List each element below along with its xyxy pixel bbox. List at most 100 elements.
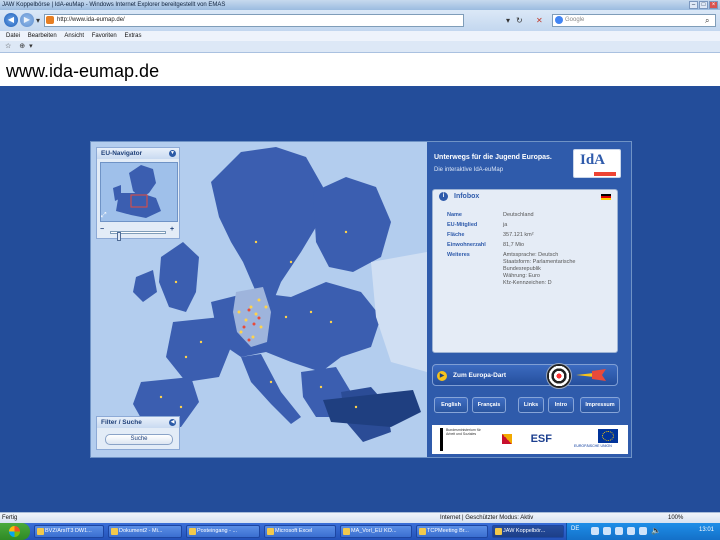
info-label: Fläche [447, 232, 465, 238]
address-bar: ◀ ▶ ▾ http://www.ida-eumap.de/ ▾ ↻ ✕ Goo… [0, 10, 720, 31]
infobox-rows: Name Deutschland EU-Mitglied ja Fläche 3… [447, 212, 615, 290]
zoom-slider[interactable] [110, 231, 166, 241]
clock[interactable]: 13:01 [699, 527, 714, 533]
security-zone: Internet | Geschützter Modus: Aktiv [440, 515, 534, 521]
page-background: EU-Navigator ▼ ⤢ − + Filter / Suche ◀ Su… [0, 86, 720, 512]
info-label: Weiteres [447, 252, 470, 258]
history-dropdown-icon[interactable]: ▾ [36, 16, 40, 25]
site-heading-text: www.ida-eumap.de [6, 61, 160, 81]
menu-edit[interactable]: Bearbeiten [28, 33, 57, 39]
refresh-icon[interactable]: ↻ [516, 16, 523, 25]
francais-button[interactable]: Français [472, 397, 506, 413]
system-tray: DE 🔈 13:01 [566, 523, 720, 540]
taskbar-item[interactable]: MA_Vorl_EU KO... [340, 525, 412, 538]
taskbar-item-label: MA_Vorl_EU KO... [351, 528, 397, 534]
url-input[interactable]: http://www.ida-eumap.de/ [44, 14, 464, 27]
taskbar-item[interactable]: BVZ/ArsIT3 DW1... [34, 525, 104, 538]
zoom-thumb[interactable] [117, 232, 121, 241]
maximize-button[interactable]: □ [699, 1, 708, 9]
status-bar: Fertig Internet | Geschützter Modus: Akt… [0, 512, 720, 523]
eu-flag-icon [598, 429, 618, 443]
impressum-button[interactable]: Impressum [580, 397, 620, 413]
stop-icon[interactable]: ✕ [536, 16, 543, 25]
ida-logo-text: IdA [580, 152, 606, 168]
info-icon: i [439, 192, 448, 201]
page-favicon-icon [46, 16, 54, 24]
app-icon [343, 528, 350, 535]
windows-logo-icon [9, 526, 20, 537]
info-label: Name [447, 212, 462, 218]
google-icon [555, 16, 563, 24]
taskbar-item[interactable]: TCPMeeting Br... [416, 525, 488, 538]
window-controls: – □ × [689, 0, 718, 10]
info-label: Einwohnerzahl [447, 242, 486, 248]
english-button[interactable]: English [434, 397, 468, 413]
tray-app-icon[interactable] [591, 527, 599, 535]
dartboard-icon [546, 363, 572, 389]
favorites-bar: ☆ ⊕ ▾ [0, 41, 720, 53]
info-row: Einwohnerzahl 81,7 Mio [447, 242, 615, 249]
url-dropdown-icon[interactable]: ▾ [506, 16, 510, 25]
right-panel: Unterwegs für die Jugend Europas. Die in… [427, 142, 631, 457]
taskbar-item-label: JAW Koppelbör... [503, 528, 546, 534]
app-icon [37, 528, 44, 535]
search-button[interactable]: Suche [105, 434, 173, 445]
tray-language[interactable]: DE [571, 526, 579, 532]
infobox-title: Infobox [454, 193, 480, 200]
info-row: Name Deutschland [447, 212, 615, 219]
fullscreen-icon[interactable]: ⤢ [101, 212, 107, 220]
infobox: i Infobox Name Deutschland EU-Mitglied j… [432, 189, 618, 353]
taskbar-item[interactable]: Dokument2 - Mi... [108, 525, 182, 538]
navigator-minimap[interactable] [100, 162, 178, 222]
volume-icon[interactable]: 🔈 [651, 526, 661, 535]
favorites-add-icon[interactable]: ⊕ [19, 43, 25, 50]
status-text: Fertig [2, 515, 18, 521]
zoom-control[interactable]: − + [100, 226, 178, 241]
collapse-navigator-icon[interactable]: ▼ [169, 150, 176, 157]
search-button-icon[interactable]: ⌕ [705, 16, 709, 26]
back-button[interactable]: ◀ [4, 13, 18, 27]
intro-button[interactable]: Intro [548, 397, 574, 413]
minimize-button[interactable]: – [689, 1, 698, 9]
zoom-level[interactable]: 100% [668, 513, 683, 523]
info-value: 357.121 km² [503, 232, 534, 238]
zoom-in-icon[interactable]: + [170, 226, 174, 233]
search-input[interactable]: Google [552, 14, 716, 27]
minimap-graphic [113, 165, 161, 218]
window-title: JAW Koppelbörse | IdA-euMap - Windows In… [2, 2, 226, 8]
taskbar-item-active[interactable]: JAW Koppelbör... [492, 525, 564, 538]
menu-tools[interactable]: Extras [124, 33, 141, 39]
tray-app-icon[interactable] [603, 527, 611, 535]
taskbar-item-label: TCPMeeting Br... [427, 528, 469, 534]
infobox-header: i Infobox [433, 190, 617, 203]
app-icon [495, 528, 502, 535]
collapse-filter-icon[interactable]: ◀ [169, 419, 176, 426]
favorites-dropdown-icon[interactable]: ▾ [29, 43, 33, 50]
site-heading: www.ida-eumap.de [0, 53, 720, 86]
eu-navigator-panel: EU-Navigator ▼ ⤢ − + [96, 147, 180, 241]
zoom-out-icon[interactable]: − [100, 226, 104, 233]
europa-dart-label: Zum Europa-Dart [453, 372, 507, 379]
info-label: EU-Mitglied [447, 222, 478, 228]
menu-favorites[interactable]: Favoriten [92, 33, 117, 39]
menu-file[interactable]: Datei [6, 33, 20, 39]
dart-icon [576, 369, 606, 381]
app-icon [189, 528, 196, 535]
taskbar-item[interactable]: Posteingang - ... [186, 525, 260, 538]
play-icon: ▶ [437, 371, 447, 381]
header-title: Unterwegs für die Jugend Europas. [434, 154, 552, 161]
app-icon [419, 528, 426, 535]
favorites-star-icon[interactable]: ☆ [5, 43, 11, 50]
filter-title: Filter / Suche [97, 417, 179, 428]
europa-dart-button[interactable]: ▶ Zum Europa-Dart [432, 363, 618, 389]
start-button[interactable] [0, 523, 30, 540]
close-button[interactable]: × [709, 1, 718, 9]
tray-app-icon[interactable] [615, 527, 623, 535]
taskbar-item[interactable]: Microsoft Excel [264, 525, 336, 538]
forward-button[interactable]: ▶ [20, 13, 34, 27]
tray-app-icon[interactable] [627, 527, 635, 535]
links-button[interactable]: Links [518, 397, 544, 413]
network-icon[interactable] [639, 527, 647, 535]
menu-view[interactable]: Ansicht [64, 33, 84, 39]
info-value: 81,7 Mio [503, 242, 525, 248]
